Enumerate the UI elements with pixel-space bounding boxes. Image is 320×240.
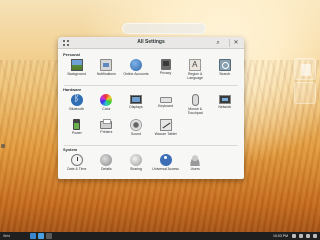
- panel-power[interactable]: Power: [62, 118, 92, 143]
- panel-grid: Bluetooth Color Displays Keyboard Mouse …: [62, 93, 240, 143]
- printers-icon: [100, 119, 113, 129]
- panel-label: Sharing: [129, 167, 143, 171]
- network-icon: [218, 95, 231, 104]
- background-icon: [70, 59, 83, 71]
- panel-label: Notifications: [96, 72, 116, 76]
- panel-label: Region & Language: [187, 72, 203, 80]
- notifications-icon: [100, 59, 113, 71]
- panel-label: Keyboard: [158, 104, 174, 108]
- mouse-icon: [191, 94, 199, 106]
- panel-left-text[interactable]: Wed: [3, 234, 10, 238]
- bluetooth-icon: [70, 93, 83, 106]
- window-thumbnail: [301, 64, 311, 76]
- privacy-icon: [160, 59, 171, 70]
- panel-details[interactable]: Details: [92, 153, 122, 178]
- section-hardware: Hardware Bluetooth Color Displays Keyboa…: [62, 87, 240, 143]
- section-title: Personal: [63, 52, 80, 57]
- panel-label: Mouse & Touchpad: [187, 107, 203, 115]
- panel-displays[interactable]: Displays: [121, 93, 151, 118]
- panel-label: Color: [102, 107, 111, 111]
- window-titlebar[interactable]: All Settings ⌕ ✕: [58, 37, 244, 49]
- keyboard-icon: [159, 97, 172, 103]
- volume-icon[interactable]: [299, 234, 303, 238]
- panel-region-language[interactable]: Region & Language: [180, 58, 210, 83]
- panel-online-accounts[interactable]: Online Accounts: [121, 58, 151, 83]
- details-icon: [100, 154, 113, 166]
- power-menu-icon[interactable]: [313, 234, 317, 238]
- overview-search-entry[interactable]: [122, 23, 206, 34]
- browser-launcher-icon[interactable]: [38, 233, 44, 239]
- bottom-panel: Wed 10:03 PM: [0, 232, 320, 240]
- wacom-tablet-icon: [159, 119, 172, 131]
- panel-color[interactable]: Color: [92, 93, 122, 118]
- panel-label: Privacy: [159, 71, 172, 75]
- section-divider: [64, 85, 238, 86]
- files-launcher-icon[interactable]: [30, 233, 36, 239]
- panel-sound[interactable]: Sound: [121, 118, 151, 143]
- panel-label: Sound: [130, 132, 142, 136]
- search-icon[interactable]: ⌕: [214, 39, 222, 47]
- search-settings-icon: [218, 59, 231, 71]
- terminal-launcher-icon[interactable]: [46, 233, 52, 239]
- date-time-icon: [70, 154, 83, 166]
- panel-background[interactable]: Background: [62, 58, 92, 83]
- section-title: System: [63, 147, 78, 152]
- network-status-icon[interactable]: [292, 234, 296, 238]
- panel-network[interactable]: Network: [210, 93, 240, 118]
- settings-window[interactable]: All Settings ⌕ ✕ Personal Background Not…: [58, 37, 244, 179]
- panel-mouse-touchpad[interactable]: Mouse & Touchpad: [180, 93, 210, 118]
- panel-search[interactable]: Search: [210, 58, 240, 83]
- battery-icon[interactable]: [306, 234, 310, 238]
- panel-label: Universal Access: [152, 167, 179, 171]
- settings-content: Personal Background Notifications Online…: [58, 49, 244, 178]
- panel-printers[interactable]: Printers: [92, 118, 122, 143]
- displays-icon: [129, 95, 142, 104]
- sharing-icon: [129, 154, 142, 166]
- section-divider: [64, 145, 238, 146]
- section-personal: Personal Background Notifications Online…: [62, 52, 240, 83]
- panel-clock[interactable]: 10:03 PM: [273, 234, 288, 238]
- panel-universal-access[interactable]: Universal Access: [151, 153, 181, 178]
- panel-label: Displays: [129, 105, 143, 109]
- panel-label: Network: [218, 105, 232, 109]
- region-language-icon: [189, 59, 202, 71]
- panel-privacy[interactable]: Privacy: [151, 58, 181, 83]
- panel-label: Printers: [100, 130, 113, 134]
- power-icon: [73, 119, 81, 130]
- panel-label: Users: [190, 167, 200, 171]
- section-title: Hardware: [63, 87, 82, 92]
- panel-users[interactable]: Users: [180, 153, 210, 178]
- panel-label: Background: [67, 72, 87, 76]
- panel-date-time[interactable]: Date & Time: [62, 153, 92, 178]
- workspace-thumbnail-1[interactable]: [294, 58, 316, 80]
- panel-label: Power: [71, 131, 82, 135]
- panel-wacom-tablet[interactable]: Wacom Tablet: [151, 118, 181, 143]
- sound-icon: [129, 119, 142, 131]
- panel-label: Date & Time: [67, 167, 87, 171]
- universal-access-icon: [159, 154, 172, 166]
- panel-sharing[interactable]: Sharing: [121, 153, 151, 178]
- panel-grid: Date & Time Details Sharing Universal Ac…: [62, 153, 240, 178]
- panel-keyboard[interactable]: Keyboard: [151, 93, 181, 118]
- section-system: System Date & Time Details Sharing Unive…: [62, 147, 240, 178]
- panel-label: Online Accounts: [123, 72, 149, 76]
- panel-label: Details: [101, 167, 112, 171]
- close-icon[interactable]: ✕: [232, 39, 240, 47]
- panel-label: Bluetooth: [69, 107, 85, 111]
- panel-label: Wacom Tablet: [154, 132, 177, 136]
- titlebar-separator: [229, 39, 230, 47]
- panel-bluetooth[interactable]: Bluetooth: [62, 93, 92, 118]
- panel-label: Search: [219, 72, 231, 76]
- users-icon: [189, 154, 202, 166]
- online-accounts-icon: [129, 59, 142, 71]
- color-icon: [100, 94, 113, 106]
- panel-grid: Background Notifications Online Accounts…: [62, 58, 240, 83]
- dash-indicator: [1, 144, 5, 148]
- workspace-thumbnail-2[interactable]: [294, 82, 316, 104]
- panel-notifications[interactable]: Notifications: [92, 58, 122, 83]
